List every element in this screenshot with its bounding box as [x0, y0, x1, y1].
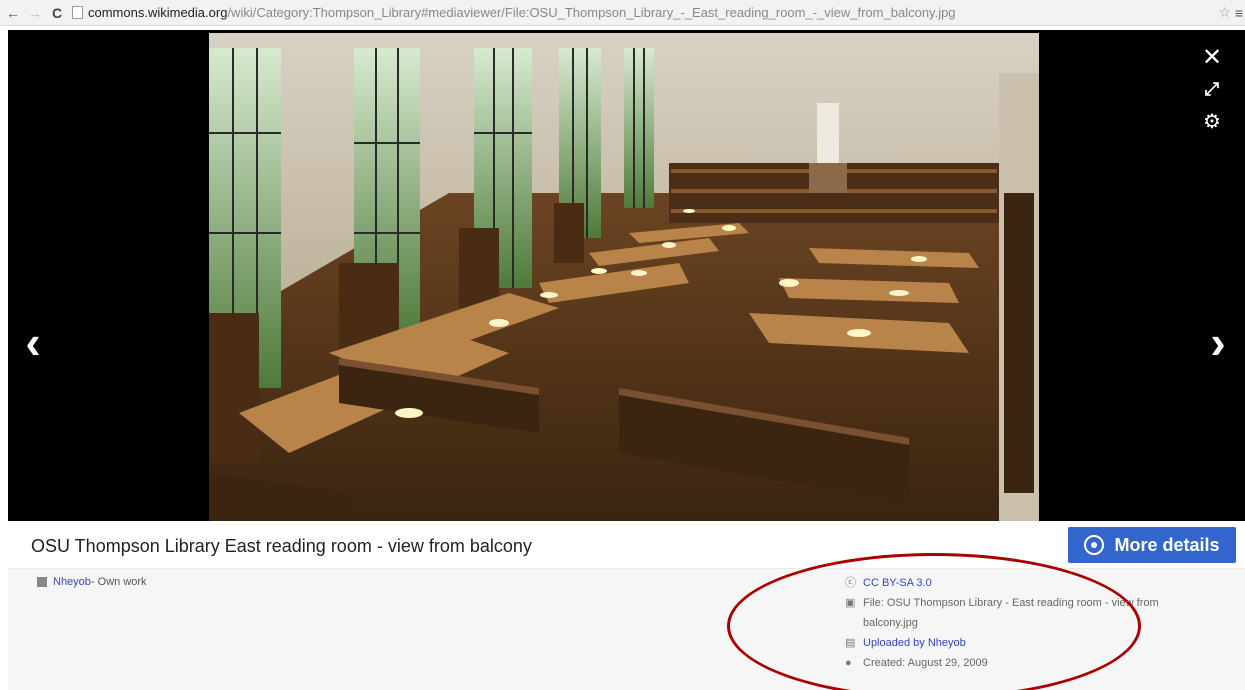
bookmark-star-icon[interactable]: ☆	[1218, 4, 1231, 21]
forward-arrow-icon[interactable]: →	[26, 3, 44, 23]
license-row: ⓒ CC BY-SA 3.0	[845, 573, 1205, 593]
fullscreen-icon[interactable]: ⤢	[1201, 78, 1223, 100]
url-host: commons.wikimedia.org	[88, 5, 228, 20]
chevron-left-icon[interactable]: ‹	[18, 316, 48, 368]
filename-row: ▣ File: OSU Thompson Library - East read…	[845, 593, 1205, 633]
uploader-link[interactable]: Uploaded by Nheyob	[863, 633, 966, 653]
page-icon	[72, 6, 83, 19]
upload-icon: ▤	[845, 637, 856, 649]
author-credit: Nheyob - Own work	[37, 576, 147, 588]
uploader-row: ▤ Uploaded by Nheyob	[845, 633, 1205, 653]
created-row: ● Created: August 29, 2009	[845, 653, 1205, 673]
photo-illustration	[209, 33, 1039, 521]
user-card-icon	[37, 577, 47, 587]
author-link[interactable]: Nheyob	[53, 576, 91, 588]
image-file-icon: ▣	[845, 597, 856, 609]
created-date: Created: August 29, 2009	[863, 657, 988, 669]
reload-icon[interactable]: C	[48, 3, 66, 23]
file-title: OSU Thompson Library East reading room -…	[31, 536, 532, 556]
close-icon[interactable]: ✕	[1201, 44, 1223, 71]
author-suffix: - Own work	[90, 576, 147, 588]
address-bar[interactable]: commons.wikimedia.org /wiki/Category:Tho…	[72, 3, 1218, 23]
cc-license-icon: ⓒ	[845, 577, 856, 589]
license-link[interactable]: CC BY-SA 3.0	[863, 573, 932, 593]
more-details-label: More details	[1114, 534, 1220, 555]
more-details-button[interactable]: More details	[1068, 527, 1236, 563]
file-title-bar: OSU Thompson Library East reading room -…	[8, 521, 1245, 569]
browser-toolbar: ← → C commons.wikimedia.org /wiki/Catego…	[0, 0, 1245, 26]
commons-logo-icon	[1084, 535, 1105, 555]
library-photo[interactable]	[209, 33, 1039, 521]
media-viewer: ✕ ⤢ ⚙ ‹ ›	[8, 30, 1245, 521]
url-path: /wiki/Category:Thompson_Library#mediavie…	[227, 5, 956, 20]
clock-icon: ●	[845, 657, 852, 669]
browser-menu-icon[interactable]: ≡	[1235, 5, 1243, 21]
filename-text: File: OSU Thompson Library - East readin…	[863, 597, 1159, 629]
metadata-panel: Nheyob - Own work ⓒ CC BY-SA 3.0 ▣ File:…	[8, 569, 1245, 690]
file-info-list: ⓒ CC BY-SA 3.0 ▣ File: OSU Thompson Libr…	[845, 573, 1205, 673]
gear-icon[interactable]: ⚙	[1201, 110, 1223, 133]
back-arrow-icon[interactable]: ←	[4, 3, 22, 23]
chevron-right-icon[interactable]: ›	[1203, 316, 1233, 368]
